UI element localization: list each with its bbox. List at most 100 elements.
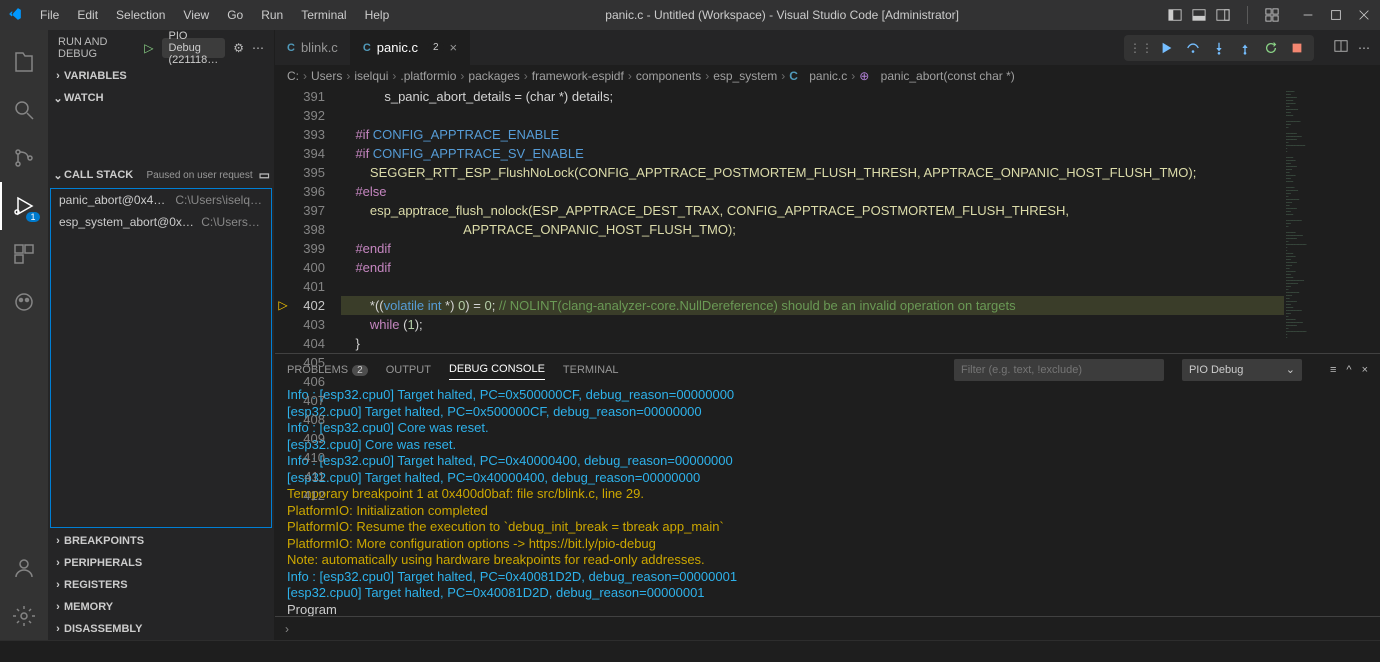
variables-label: VARIABLES [64,70,127,82]
tab-terminal[interactable]: TERMINAL [563,360,619,380]
debug-toolbar: ⋮⋮ [1124,35,1314,61]
tab-problems-count: 2 [428,42,444,53]
run-debug-header: RUN AND DEBUG ▷ PIO Debug (221118… ⚙ ⋯ [48,30,274,65]
section-breakpoints[interactable]: ›BREAKPOINTS [48,530,274,552]
drag-handle-icon[interactable]: ⋮⋮ [1130,37,1152,59]
disassembly-label: DISASSEMBLY [64,623,142,635]
callstack-label: CALL STACK [64,169,133,181]
tab-debug-console[interactable]: DEBUG CONSOLE [449,359,545,380]
source-control-icon[interactable] [0,134,48,182]
close-panel-icon[interactable]: × [1362,364,1368,376]
menu-terminal[interactable]: Terminal [293,4,354,26]
explorer-icon[interactable] [0,38,48,86]
settings-gear-icon[interactable] [0,592,48,640]
debug-badge: 1 [26,212,40,222]
editor-area: Cblink.c Cpanic.c 2 × ⋮⋮ ⋯ C:› Users› isel… [275,30,1380,640]
continue-icon[interactable] [1156,37,1178,59]
split-editor-icon[interactable] [1334,39,1348,56]
clear-console-icon[interactable]: ≡ [1330,364,1336,376]
start-debug-icon[interactable]: ▷ [144,41,153,55]
section-callstack[interactable]: ⌄CALL STACK Paused on user request ▭ [48,164,274,186]
peripherals-label: PERIPHERALS [64,557,142,569]
menu-file[interactable]: File [32,4,67,26]
console-filter-input[interactable] [954,359,1164,381]
menu-selection[interactable]: Selection [108,4,173,26]
platformio-icon[interactable] [0,278,48,326]
statusbar[interactable] [0,640,1380,662]
customize-layout-icon[interactable] [1264,7,1280,23]
tab-output[interactable]: OUTPUT [386,360,431,380]
bottom-panel: PROBLEMS2 OUTPUT DEBUG CONSOLE TERMINAL … [275,353,1380,640]
section-variables[interactable]: ›VARIABLES [48,65,274,87]
problems-count: 2 [352,365,368,376]
run-debug-icon[interactable]: 1 [0,182,48,230]
maximize-panel-icon[interactable]: ^ [1346,364,1351,376]
menu-go[interactable]: Go [219,4,251,26]
editor-actions: ⋯ [1324,30,1380,65]
section-peripherals[interactable]: ›PERIPHERALS [48,552,274,574]
step-over-icon[interactable] [1182,37,1204,59]
stack-frame-fn: esp_system_abort@0x40085194 [59,215,195,229]
section-memory[interactable]: ›MEMORY [48,596,274,618]
callstack-tool-icon[interactable]: ▭ [259,168,270,182]
section-disassembly[interactable]: ›DISASSEMBLY [48,618,274,640]
debug-config-select[interactable]: PIO Debug (221118… [162,38,226,58]
stack-frame[interactable]: esp_system_abort@0x40085194 C:\Users\ise… [51,211,271,233]
toggle-secondary-sidebar-icon[interactable] [1215,7,1231,23]
stack-frame[interactable]: panic_abort@0x40081d2d C:\Users\iselqui\… [51,189,271,211]
sidepanel: RUN AND DEBUG ▷ PIO Debug (221118… ⚙ ⋯ ›… [48,30,275,640]
restart-icon[interactable] [1260,37,1282,59]
stack-frame-fn: panic_abort@0x40081d2d [59,193,169,207]
tab-label: blink.c [301,40,338,55]
toggle-panel-icon[interactable] [1191,7,1207,23]
current-frame-icon: ▷ [278,296,287,315]
search-icon[interactable] [0,86,48,134]
window-controls [1300,7,1372,23]
watch-label: WATCH [64,92,104,104]
glyph-margin[interactable]: ▷ [275,87,291,353]
registers-label: REGISTERS [64,579,128,591]
menu-view[interactable]: View [175,4,217,26]
step-into-icon[interactable] [1208,37,1230,59]
close-tab-icon[interactable]: × [450,40,458,55]
panel-tabs: PROBLEMS2 OUTPUT DEBUG CONSOLE TERMINAL … [275,354,1380,385]
run-debug-label: RUN AND DEBUG [58,36,136,60]
code-content[interactable]: s_panic_abort_details = (char *) details… [337,87,1284,353]
step-out-icon[interactable] [1234,37,1256,59]
section-watch[interactable]: ⌄WATCH [48,87,274,109]
debug-console-output[interactable]: Info : [esp32.cpu0] Target halted, PC=0x… [275,385,1380,616]
editor-body[interactable]: ▷ 391392393394 395396397398 399400401402… [275,87,1380,353]
accounts-icon[interactable] [0,544,48,592]
minimap[interactable]: ▬▬▬▬▬▬▬▬▬▬▬▬▬▬▬▬▬▬▬▬▬▬▬▬▬▬▬▬▬▬▬▬▬▬▬▬▬▬▬▬… [1284,87,1380,353]
minimize-icon[interactable] [1300,7,1316,23]
tab-blink[interactable]: Cblink.c [275,30,351,65]
editor-more-icon[interactable]: ⋯ [1358,41,1370,55]
breakpoints-label: BREAKPOINTS [64,535,144,547]
extensions-icon[interactable] [0,230,48,278]
menu-run[interactable]: Run [253,4,291,26]
tab-label: panic.c [377,40,418,55]
c-file-icon: C [287,42,295,54]
maximize-icon[interactable] [1328,7,1344,23]
section-registers[interactable]: ›REGISTERS [48,574,274,596]
callstack-status: Paused on user request [146,170,258,181]
c-file-icon: C [363,42,371,54]
menu-help[interactable]: Help [357,4,398,26]
close-icon[interactable] [1356,7,1372,23]
stop-icon[interactable] [1286,37,1308,59]
debug-more-icon[interactable]: ⋯ [252,41,264,55]
titlebar: File Edit Selection View Go Run Terminal… [0,0,1380,30]
tab-panic[interactable]: Cpanic.c 2 × [351,30,470,65]
menu-bar: File Edit Selection View Go Run Terminal… [32,4,397,26]
line-numbers: 391392393394 395396397398 399400401402 4… [291,87,337,353]
debug-console-input[interactable]: › [275,616,1380,640]
stack-frame-loc: C:\Users\iselqui\.pl… [175,193,263,207]
debug-settings-icon[interactable]: ⚙ [233,41,244,55]
c-file-icon: C [789,69,798,83]
debug-session-select[interactable]: PIO Debug⌄ [1182,359,1302,381]
menu-edit[interactable]: Edit [69,4,106,26]
toggle-primary-sidebar-icon[interactable] [1167,7,1183,23]
breadcrumb[interactable]: C:› Users› iselqui› .platformio› package… [275,65,1380,87]
stack-frame-loc: C:\Users\isel… [201,215,263,229]
layout-controls [1167,6,1280,24]
